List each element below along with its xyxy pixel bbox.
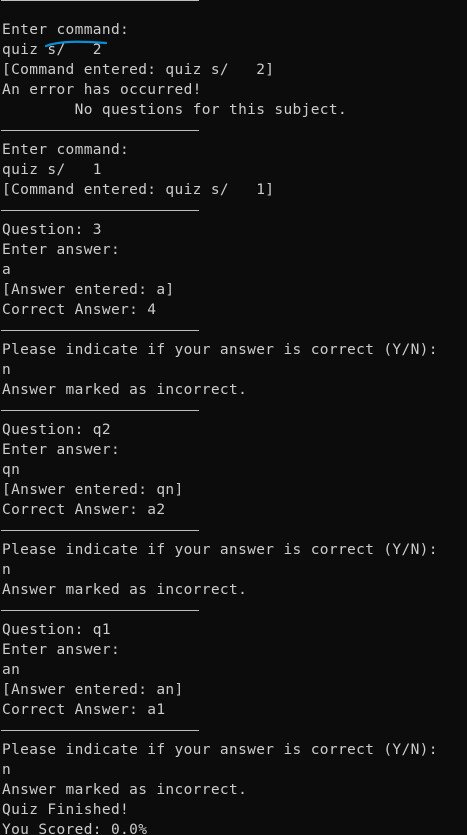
separator-line	[0, 200, 467, 220]
terminal-line: Question: 3	[2, 222, 102, 238]
terminal-line: Correct Answer: a2	[2, 502, 166, 518]
terminal-line: Answer marked as incorrect.	[2, 382, 248, 398]
separator-line	[0, 400, 467, 420]
terminal-line: Correct Answer: a1	[2, 702, 166, 718]
terminal-line: Answer marked as incorrect.	[2, 582, 248, 598]
terminal-line: Enter command:	[2, 142, 130, 158]
separator-line	[0, 0, 467, 20]
terminal-line: a	[2, 262, 12, 278]
separator-line	[0, 320, 467, 340]
separator-line	[0, 120, 467, 140]
terminal-line: Enter answer:	[2, 242, 121, 258]
terminal-line: No questions for this subject.	[2, 102, 348, 118]
separator-line	[0, 520, 467, 540]
terminal-line: [Command entered: quiz s/ 2]	[2, 62, 275, 78]
terminal-line: n	[2, 362, 12, 378]
terminal-window[interactable]: Enter command: quiz s/ 2 [Command entered:…	[0, 0, 467, 835]
terminal-line: n	[2, 562, 12, 578]
terminal-line: Please indicate if your answer is correc…	[2, 742, 438, 758]
terminal-line: Enter command:	[2, 22, 130, 38]
terminal-line: [Answer entered: a]	[2, 282, 175, 298]
terminal-line: [Command entered: quiz s/ 1]	[2, 182, 275, 198]
terminal-line: Question: q2	[2, 422, 111, 438]
terminal-line: [Answer entered: an]	[2, 682, 184, 698]
terminal-line: Enter answer:	[2, 442, 121, 458]
terminal-line: Enter answer:	[2, 642, 121, 658]
separator-line	[0, 720, 467, 740]
terminal-line: [Answer entered: qn]	[2, 482, 184, 498]
terminal-output: Enter command: quiz s/ 2 [Command entered:…	[0, 0, 467, 835]
terminal-line: Correct Answer: 4	[2, 302, 157, 318]
terminal-line: n	[2, 762, 12, 778]
separator-line	[0, 600, 467, 620]
terminal-line: qn	[2, 462, 21, 478]
terminal-line: an	[2, 662, 21, 678]
terminal-line: Question: q1	[2, 622, 111, 638]
underline-annotation	[45, 40, 107, 48]
terminal-line: Please indicate if your answer is correc…	[2, 342, 438, 358]
terminal-line: Quiz Finished!	[2, 802, 130, 818]
terminal-line: quiz s/ 1	[2, 162, 102, 178]
terminal-line: You Scored: 0.0%	[2, 822, 148, 835]
terminal-line: Answer marked as incorrect.	[2, 782, 248, 798]
terminal-line: An error has occurred!	[2, 82, 202, 98]
terminal-line: Please indicate if your answer is correc…	[2, 542, 438, 558]
